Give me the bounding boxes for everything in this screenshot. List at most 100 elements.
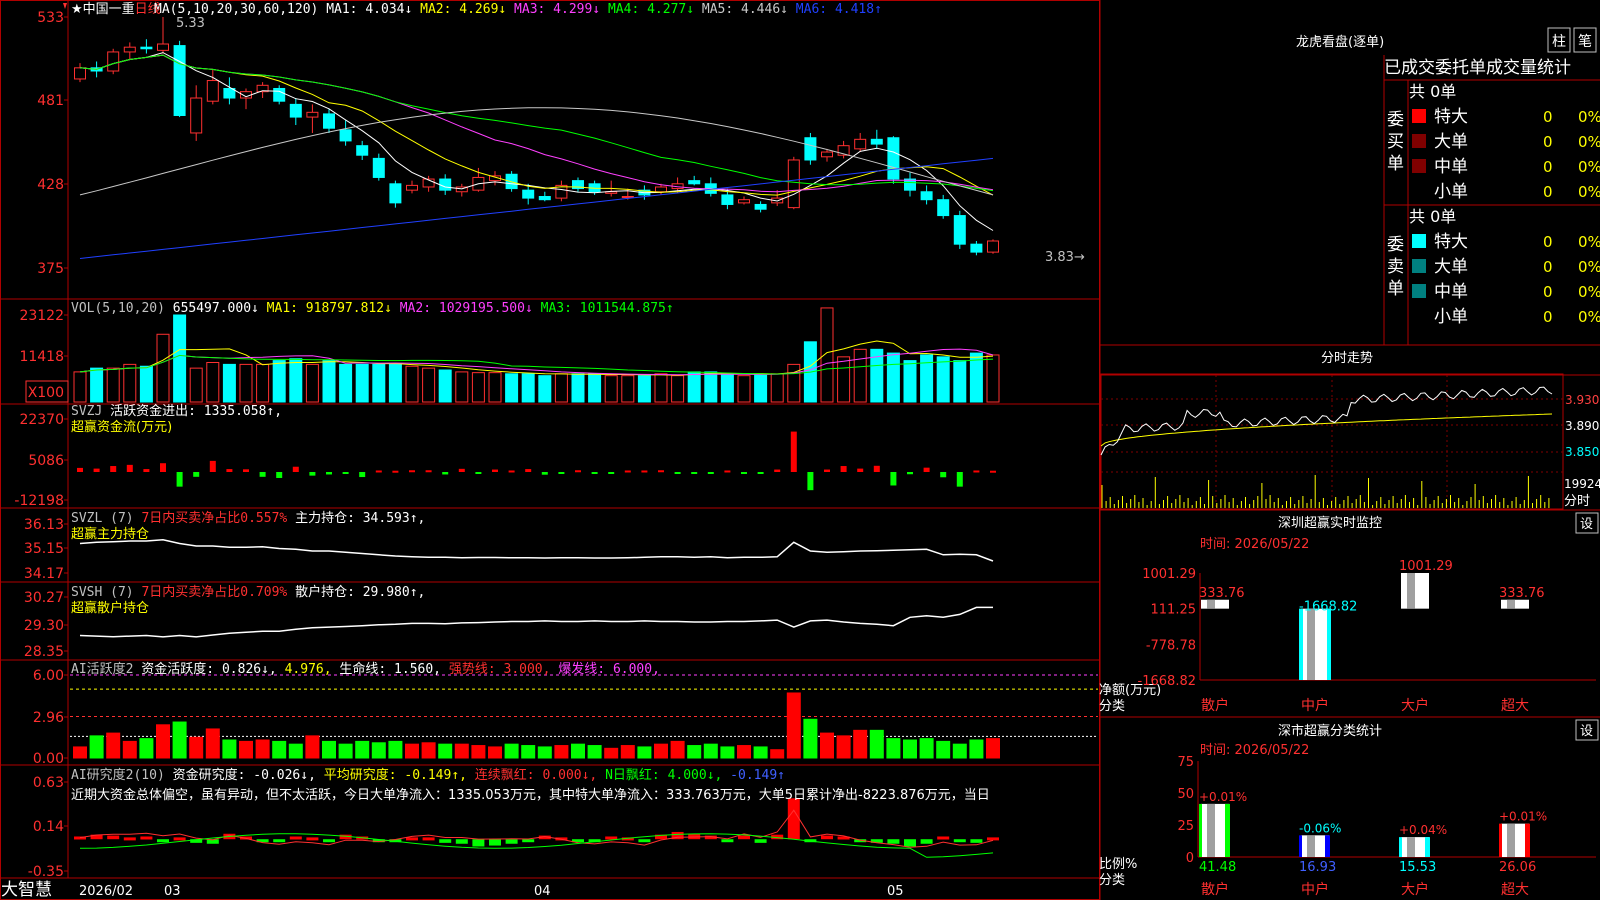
fund-flow-bar bbox=[176, 472, 183, 487]
legend-item: 7日内买卖净占比0.557% bbox=[134, 510, 288, 526]
activity-bar bbox=[786, 692, 801, 759]
svsh-subtitle: 超赢散户持仓 bbox=[71, 600, 149, 616]
fund-flow-bar bbox=[541, 472, 548, 475]
lhkp-title: 龙虎看盘(逐单) bbox=[1296, 34, 1384, 50]
activity-bar bbox=[371, 742, 386, 759]
y-tick-label: 0.63 bbox=[33, 775, 64, 791]
candle bbox=[206, 80, 219, 102]
research-bar bbox=[522, 839, 535, 843]
volume-bar bbox=[704, 371, 718, 403]
activity-bar bbox=[720, 746, 735, 759]
activity-bar bbox=[952, 743, 967, 759]
sh-bar-edge bbox=[1225, 803, 1230, 857]
buy-color-swatch bbox=[1412, 134, 1426, 148]
sh-settings-label[interactable]: 设 bbox=[1580, 724, 1593, 739]
activity-bar bbox=[521, 745, 536, 759]
fund-flow-bar bbox=[591, 472, 598, 474]
date-label: 2026/02 bbox=[79, 884, 133, 899]
activity-bar bbox=[471, 745, 486, 759]
volume-bar bbox=[820, 307, 834, 403]
fund-flow-bar bbox=[342, 472, 349, 474]
candle bbox=[738, 199, 750, 204]
candle bbox=[522, 189, 535, 199]
research-bar bbox=[505, 839, 518, 844]
fund-flow-bar bbox=[292, 466, 299, 472]
legend-item: MA6: 4.418↑ bbox=[788, 2, 882, 17]
sz-bar-edge bbox=[1327, 608, 1331, 680]
fund-flow-bar bbox=[226, 469, 233, 472]
ai2-sentence: 近期大资金总体偏空，虽有异动，但不太活跃，今日大单净流入：1335.053万元，… bbox=[71, 787, 990, 803]
candle bbox=[406, 184, 418, 191]
legend-item: 平均研究度: -0.149↑, bbox=[316, 767, 467, 783]
y-tick-label: -12198 bbox=[14, 493, 64, 509]
pen-view-label[interactable]: 笔 bbox=[1578, 34, 1592, 50]
svzl-subtitle: 超赢主力持仓 bbox=[71, 526, 149, 542]
legend-item: MA3: 4.299↓ bbox=[506, 2, 600, 17]
sz-settings-label[interactable]: 设 bbox=[1580, 517, 1593, 532]
sz-category-label: 大户 bbox=[1401, 697, 1429, 714]
research-bar bbox=[638, 839, 651, 843]
activity-bar bbox=[205, 728, 220, 759]
buy-color-swatch bbox=[1412, 109, 1426, 123]
research-bar bbox=[289, 836, 302, 840]
volume-bar bbox=[322, 360, 336, 403]
volume-bar bbox=[953, 360, 967, 403]
sz-bar-shade bbox=[1507, 599, 1515, 609]
activity-bar bbox=[571, 743, 585, 759]
legend-item: 连续飘红: 0.000↓, bbox=[467, 767, 597, 783]
volume-bar bbox=[139, 365, 153, 403]
candle bbox=[920, 191, 933, 201]
activity-bar bbox=[936, 740, 951, 759]
fenshi-title: 分时走势 bbox=[1321, 350, 1373, 366]
activity-bar bbox=[488, 746, 502, 759]
y-tick-label: 36.13 bbox=[24, 517, 64, 533]
research-bar bbox=[472, 839, 485, 847]
volume-bar bbox=[554, 373, 568, 403]
fund-flow-bar bbox=[641, 470, 648, 473]
sz-monitor-title: 深圳超赢实时监控 bbox=[1278, 515, 1382, 531]
legend-item: SVZJ bbox=[71, 404, 102, 419]
buy-order-label: 委买单 bbox=[1387, 110, 1404, 174]
fund-flow-bar bbox=[326, 472, 332, 475]
volume-bar bbox=[206, 361, 220, 403]
volume-bar bbox=[289, 358, 303, 403]
y-tick-label: 34.17 bbox=[24, 566, 64, 582]
sell-row-pct: 0% bbox=[1578, 233, 1600, 251]
buy-row-count: 0 bbox=[1543, 133, 1553, 151]
research-bar bbox=[140, 836, 153, 840]
activity-bar bbox=[903, 739, 917, 759]
activity-bar bbox=[239, 740, 253, 759]
buy-count-header: 共 0单 bbox=[1409, 82, 1456, 101]
sell-row-pct: 0% bbox=[1578, 258, 1600, 276]
sh-bar-edge bbox=[1325, 835, 1330, 857]
candle bbox=[887, 137, 900, 180]
fund-flow-bar bbox=[956, 472, 963, 487]
legend-item: 主力持仓: 34.593↑, bbox=[287, 511, 425, 526]
volume-bar bbox=[737, 375, 751, 403]
sh-change-label: -0.06% bbox=[1299, 821, 1341, 835]
volume-bar bbox=[853, 348, 867, 403]
fund-flow-bar bbox=[160, 463, 166, 472]
sz-bar-edge bbox=[1299, 608, 1303, 680]
candle bbox=[721, 194, 734, 205]
stats-title: 已成交委托单成交量统计 bbox=[1384, 58, 1571, 78]
sh-category-label: 超大 bbox=[1501, 882, 1529, 898]
y-tick-label: 11418 bbox=[19, 349, 64, 365]
candle bbox=[123, 46, 136, 53]
y-tick-label: 375 bbox=[37, 261, 64, 277]
buy-color-swatch bbox=[1412, 159, 1426, 173]
activity-bar bbox=[803, 718, 818, 759]
fund-flow-bar bbox=[442, 472, 449, 475]
bar-view-label[interactable]: 柱 bbox=[1552, 34, 1566, 50]
candle bbox=[870, 138, 883, 145]
volume-bar bbox=[222, 363, 236, 403]
activity-bar bbox=[670, 740, 685, 759]
volume-bar bbox=[471, 372, 485, 403]
activity-bar bbox=[770, 749, 785, 759]
activity-bar bbox=[189, 736, 204, 759]
sell-row-label: 特大 bbox=[1434, 232, 1468, 252]
vertical-label-char: 单 bbox=[1387, 154, 1404, 174]
candle bbox=[439, 178, 452, 191]
activity-bar bbox=[820, 732, 834, 759]
sz-y-tick: 1001.29 bbox=[1142, 567, 1196, 582]
